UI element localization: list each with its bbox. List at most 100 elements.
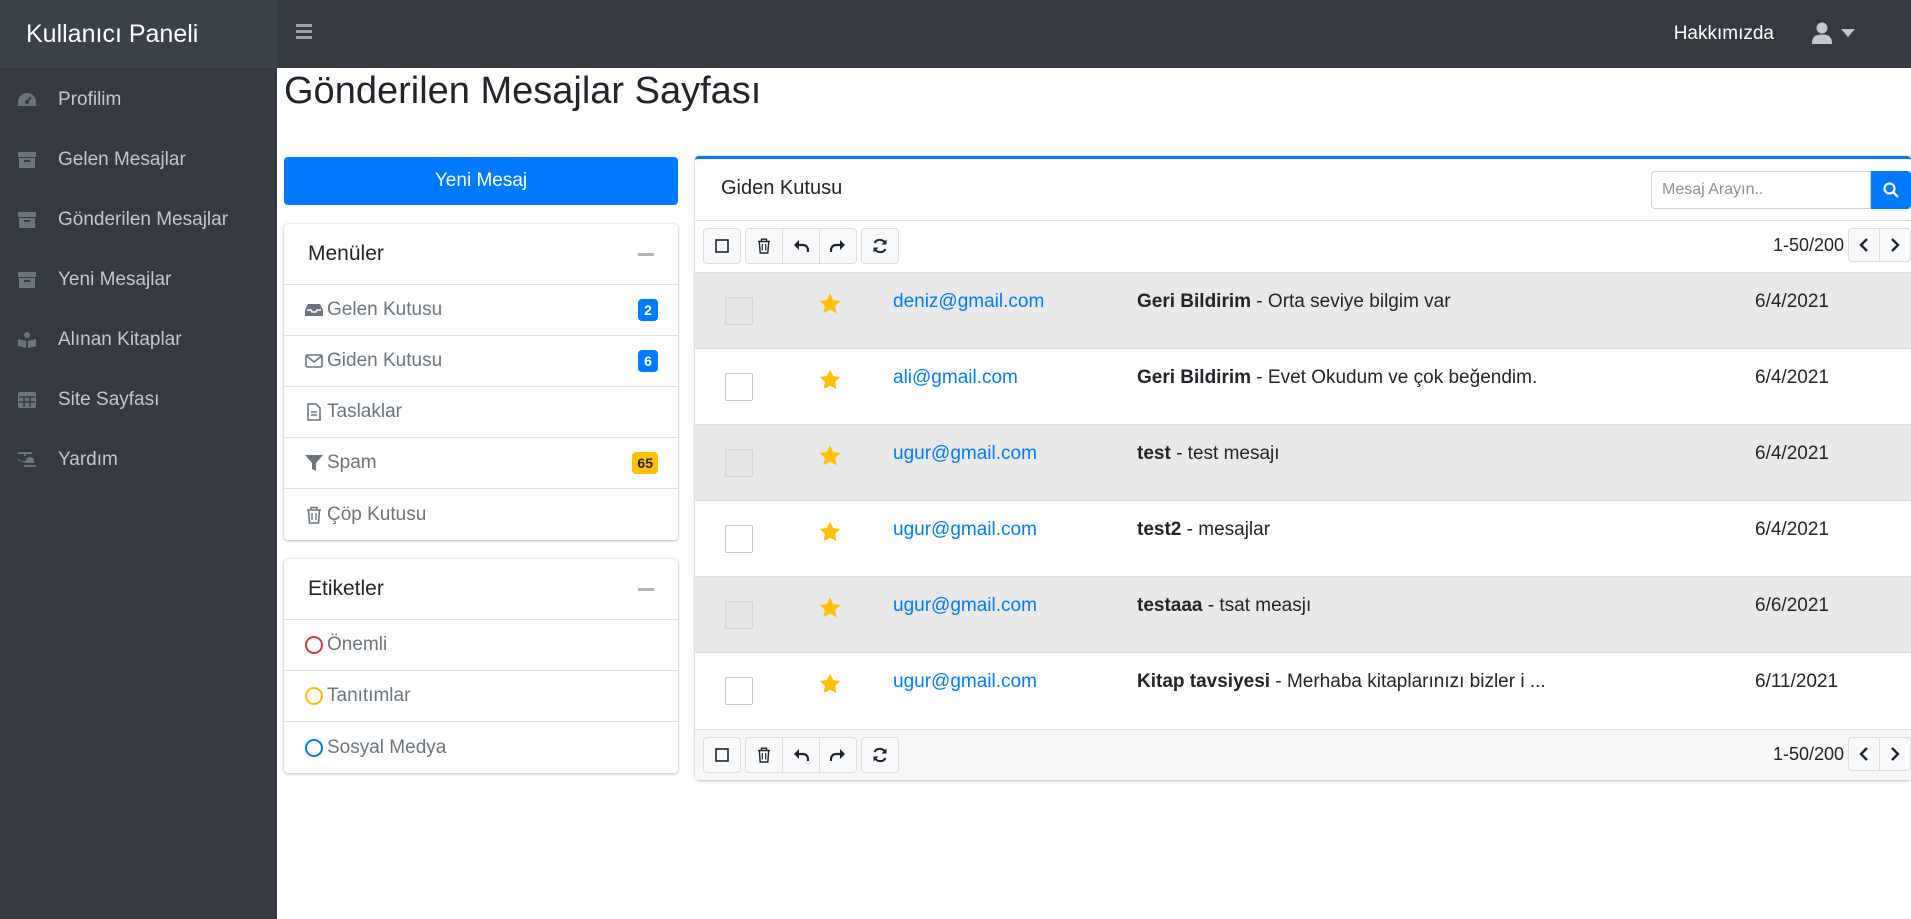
message-preview: - Evet Okudum ve çok beğendim. — [1251, 367, 1538, 388]
sidebar-item-label: Gelen Mesajlar — [58, 149, 186, 170]
message-date: 6/4/2021 — [1755, 519, 1829, 540]
row-checkbox[interactable] — [725, 677, 753, 705]
labels-card: Etiketler Önemli Tanıtımlar Sosyal Medya — [284, 559, 678, 773]
message-subject[interactable]: testaaa - tsat measjı — [1137, 595, 1311, 617]
message-subject[interactable]: Kitap tavsiyesi - Merhaba kitaplarınızı … — [1137, 671, 1546, 693]
box-icon — [16, 211, 38, 229]
reply-button[interactable] — [782, 228, 820, 264]
message-row[interactable]: ugur@gmail.com test2 - mesajlar 6/4/2021 — [695, 500, 1911, 576]
circle-icon — [305, 687, 323, 705]
sidebar-item-alinan-kitaplar[interactable]: Alınan Kitaplar — [0, 310, 277, 370]
reply-button[interactable] — [782, 737, 820, 773]
message-subject-title: testaaa — [1137, 595, 1203, 616]
sidebar-item-profilim[interactable]: Profilim — [0, 70, 277, 130]
star-icon[interactable] — [819, 673, 841, 694]
message-subject[interactable]: test2 - mesajlar — [1137, 519, 1270, 541]
star-icon[interactable] — [819, 445, 841, 466]
delete-button[interactable] — [745, 737, 783, 773]
message-sender[interactable]: ugur@gmail.com — [893, 519, 1037, 541]
forward-button[interactable] — [819, 228, 857, 264]
sidebar-item-yeni-mesajlar[interactable]: Yeni Mesajlar — [0, 250, 277, 310]
row-checkbox[interactable] — [725, 601, 753, 629]
message-row[interactable]: ugur@gmail.com test - test mesajı 6/4/2021 — [695, 424, 1911, 500]
message-row[interactable]: ugur@gmail.com Kitap tavsiyesi - Merhaba … — [695, 652, 1911, 728]
star-icon[interactable] — [819, 293, 841, 314]
select-all-button[interactable] — [703, 228, 741, 264]
sidebar-item-gonderilen-mesajlar[interactable]: Gönderilen Mesajlar — [0, 190, 277, 250]
previous-page-button[interactable] — [1848, 228, 1880, 262]
search-button[interactable] — [1871, 171, 1911, 209]
sidebar-item-yardim[interactable]: Yardım — [0, 430, 277, 490]
message-subject-title: Geri Bildirim — [1137, 291, 1252, 312]
collapse-minus-icon[interactable] — [638, 252, 654, 256]
nav-link-about[interactable]: Hakkımızda — [1674, 0, 1774, 68]
folder-item-trash[interactable]: Çöp Kutusu — [284, 489, 678, 540]
next-page-button[interactable] — [1879, 737, 1911, 771]
next-page-button[interactable] — [1879, 228, 1911, 262]
star-icon[interactable] — [819, 597, 841, 618]
label-item-important[interactable]: Önemli — [284, 620, 678, 671]
row-checkbox[interactable] — [725, 525, 753, 553]
message-preview: - Merhaba kitaplarınızı bizler i ... — [1270, 671, 1546, 692]
message-date: 6/6/2021 — [1755, 595, 1829, 616]
search-input[interactable] — [1651, 171, 1871, 209]
box-icon — [16, 151, 38, 169]
message-row[interactable]: ugur@gmail.com testaaa - tsat measjı 6/6/2… — [695, 576, 1911, 652]
message-sender[interactable]: ugur@gmail.com — [893, 443, 1037, 465]
hamburger-menu-icon[interactable] — [296, 21, 318, 45]
forward-button[interactable] — [819, 737, 857, 773]
refresh-button[interactable] — [861, 737, 899, 773]
collapse-minus-icon[interactable] — [638, 587, 654, 591]
pager-range: 1-50/200 — [1772, 234, 1844, 255]
row-checkbox[interactable] — [725, 373, 753, 401]
message-preview: - Orta seviye bilgim var — [1251, 291, 1451, 312]
mailbox-header: Giden Kutusu — [695, 159, 1911, 221]
menus-card: Menüler Gelen Kutusu 2 Giden Kutusu 6 Ta… — [284, 224, 678, 540]
mail-sidebar: Yeni Mesaj Menüler Gelen Kutusu 2 Giden … — [284, 157, 678, 773]
mailbox-card: Giden Kutusu 1-50 — [695, 156, 1911, 780]
chevron-left-icon — [1859, 238, 1868, 252]
message-subject[interactable]: Geri Bildirim - Orta seviye bilgim var — [1137, 291, 1451, 313]
select-all-button[interactable] — [703, 737, 741, 773]
chevron-right-icon — [1891, 238, 1900, 252]
circle-icon — [305, 636, 323, 654]
count-badge: 6 — [638, 350, 658, 372]
message-sender[interactable]: ugur@gmail.com — [893, 595, 1037, 617]
user-dropdown[interactable] — [1811, 22, 1857, 46]
message-sender[interactable]: deniz@gmail.com — [893, 291, 1044, 313]
message-row[interactable]: deniz@gmail.com Geri Bildirim - Orta sevi… — [695, 272, 1911, 348]
refresh-button[interactable] — [861, 228, 899, 264]
star-icon[interactable] — [819, 521, 841, 542]
sidebar: Profilim Gelen Mesajlar Gönderilen Mesaj… — [0, 68, 277, 919]
folder-item-inbox[interactable]: Gelen Kutusu 2 — [284, 285, 678, 336]
folder-item-drafts[interactable]: Taslaklar — [284, 387, 678, 438]
row-checkbox[interactable] — [725, 449, 753, 477]
message-sender[interactable]: ugur@gmail.com — [893, 671, 1037, 693]
refresh-icon — [873, 238, 887, 254]
sidebar-item-gelen-mesajlar[interactable]: Gelen Mesajlar — [0, 130, 277, 190]
message-list: deniz@gmail.com Geri Bildirim - Orta sevi… — [695, 272, 1911, 728]
refresh-icon — [873, 747, 887, 763]
mailbox-toolbar-bottom: 1-50/200 — [695, 729, 1911, 780]
count-badge: 2 — [638, 299, 658, 321]
new-message-button[interactable]: Yeni Mesaj — [284, 157, 678, 205]
message-subject[interactable]: test - test mesajı — [1137, 443, 1280, 465]
folder-item-sent[interactable]: Giden Kutusu 6 — [284, 336, 678, 387]
label-item-social-media[interactable]: Sosyal Medya — [284, 722, 678, 773]
delete-button[interactable] — [745, 228, 783, 264]
row-checkbox[interactable] — [725, 297, 753, 325]
message-subject[interactable]: Geri Bildirim - Evet Okudum ve çok beğen… — [1137, 367, 1537, 389]
message-row[interactable]: ali@gmail.com Geri Bildirim - Evet Okudum… — [695, 348, 1911, 424]
filter-icon — [304, 453, 324, 473]
sidebar-item-site-sayfasi[interactable]: Site Sayfası — [0, 370, 277, 430]
message-preview: - test mesajı — [1170, 443, 1280, 464]
label-item-promotions[interactable]: Tanıtımlar — [284, 671, 678, 722]
brand-title[interactable]: Kullanıcı Paneli — [0, 0, 277, 68]
star-icon[interactable] — [819, 369, 841, 390]
trash-icon — [304, 505, 324, 525]
folder-item-spam[interactable]: Spam 65 — [284, 438, 678, 489]
sidebar-item-label: Profilim — [58, 89, 122, 110]
message-sender[interactable]: ali@gmail.com — [893, 367, 1018, 389]
previous-page-button[interactable] — [1848, 737, 1880, 771]
search-icon — [1883, 182, 1899, 198]
